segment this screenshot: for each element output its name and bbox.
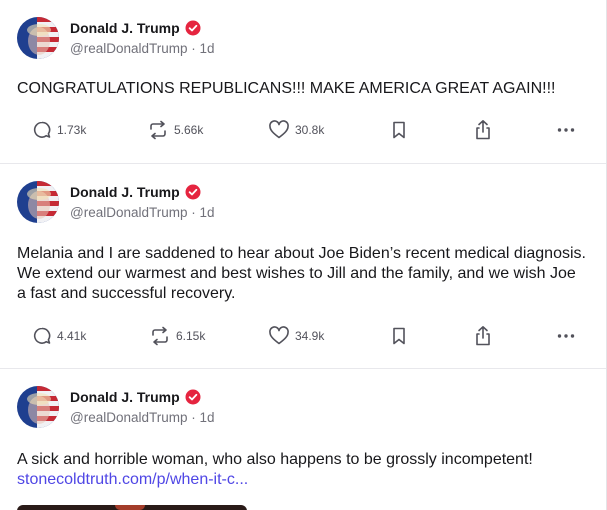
bookmark-button[interactable] [390, 118, 408, 142]
avatar[interactable] [17, 181, 59, 223]
retruth-button[interactable]: 6.15k [149, 324, 205, 348]
post-header: Donald J. Trump @realDonaldTrump · 1d [17, 386, 215, 428]
separator: · [191, 410, 196, 425]
post-time[interactable]: 1d [200, 41, 215, 56]
share-button[interactable] [473, 324, 493, 348]
reply-button[interactable]: 4.41k [32, 324, 86, 348]
post-text: CONGRATULATIONS REPUBLICANS!!! MAKE AMER… [17, 80, 556, 97]
like-button[interactable]: 30.8k [268, 118, 324, 142]
retruth-count: 6.15k [176, 329, 206, 343]
more-options-icon [557, 334, 575, 338]
post[interactable]: Donald J. Trump @realDonaldTrump · 1d Me… [0, 164, 606, 369]
like-count: 30.8k [295, 123, 325, 137]
post-actions: 1.73k 5.66k 30.8k [0, 118, 606, 142]
author-handle[interactable]: @realDonaldTrump [70, 410, 188, 425]
share-icon [476, 120, 490, 140]
comment-icon [33, 327, 51, 344]
post-text: Melania and I are saddened to hear about… [17, 245, 586, 302]
reply-count: 1.73k [57, 123, 87, 137]
author-name[interactable]: Donald J. Trump [70, 389, 180, 405]
reply-button[interactable]: 1.73k [32, 118, 86, 142]
like-button[interactable]: 34.9k [268, 324, 324, 348]
bookmark-button[interactable] [390, 324, 408, 348]
avatar[interactable] [17, 17, 59, 59]
post[interactable]: Donald J. Trump @realDonaldTrump · 1d A … [0, 369, 606, 510]
post-link[interactable]: stonecoldtruth.com/p/when-it-c... [17, 470, 587, 490]
heart-icon [269, 326, 289, 345]
repost-icon [152, 326, 168, 346]
retruth-button[interactable]: 5.66k [147, 118, 203, 142]
verified-badge-icon [185, 20, 201, 36]
post-actions: 4.41k 6.15k 34.9k [0, 324, 606, 348]
post-header: Donald J. Trump @realDonaldTrump · 1d [17, 17, 215, 59]
post-text: A sick and horrible woman, who also happ… [17, 450, 587, 490]
post-time[interactable]: 1d [200, 205, 215, 220]
post-text-line: A sick and horrible woman, who also happ… [17, 451, 533, 468]
post-header: Donald J. Trump @realDonaldTrump · 1d [17, 181, 215, 223]
verified-badge-icon [185, 184, 201, 200]
verified-badge-icon [185, 389, 201, 405]
heart-icon [269, 120, 289, 139]
avatar[interactable] [17, 386, 59, 428]
separator: · [191, 41, 196, 56]
post-feed: Donald J. Trump @realDonaldTrump · 1d CO… [0, 0, 607, 510]
preview-image-detail [115, 505, 145, 510]
bookmark-icon [393, 327, 405, 345]
author-handle[interactable]: @realDonaldTrump [70, 41, 188, 56]
author-handle[interactable]: @realDonaldTrump [70, 205, 188, 220]
more-options-button[interactable] [556, 118, 576, 142]
more-options-icon [557, 128, 575, 132]
more-options-button[interactable] [556, 324, 576, 348]
author-name[interactable]: Donald J. Trump [70, 184, 180, 200]
author-name[interactable]: Donald J. Trump [70, 20, 180, 36]
bookmark-icon [393, 121, 405, 139]
share-button[interactable] [473, 118, 493, 142]
separator: · [191, 205, 196, 220]
post[interactable]: Donald J. Trump @realDonaldTrump · 1d CO… [0, 0, 606, 164]
retruth-count: 5.66k [174, 123, 204, 137]
repost-icon [150, 120, 166, 140]
comment-icon [33, 121, 51, 138]
like-count: 34.9k [295, 329, 325, 343]
link-preview-image[interactable] [17, 505, 247, 510]
share-icon [476, 326, 490, 346]
post-time[interactable]: 1d [200, 410, 215, 425]
reply-count: 4.41k [57, 329, 87, 343]
